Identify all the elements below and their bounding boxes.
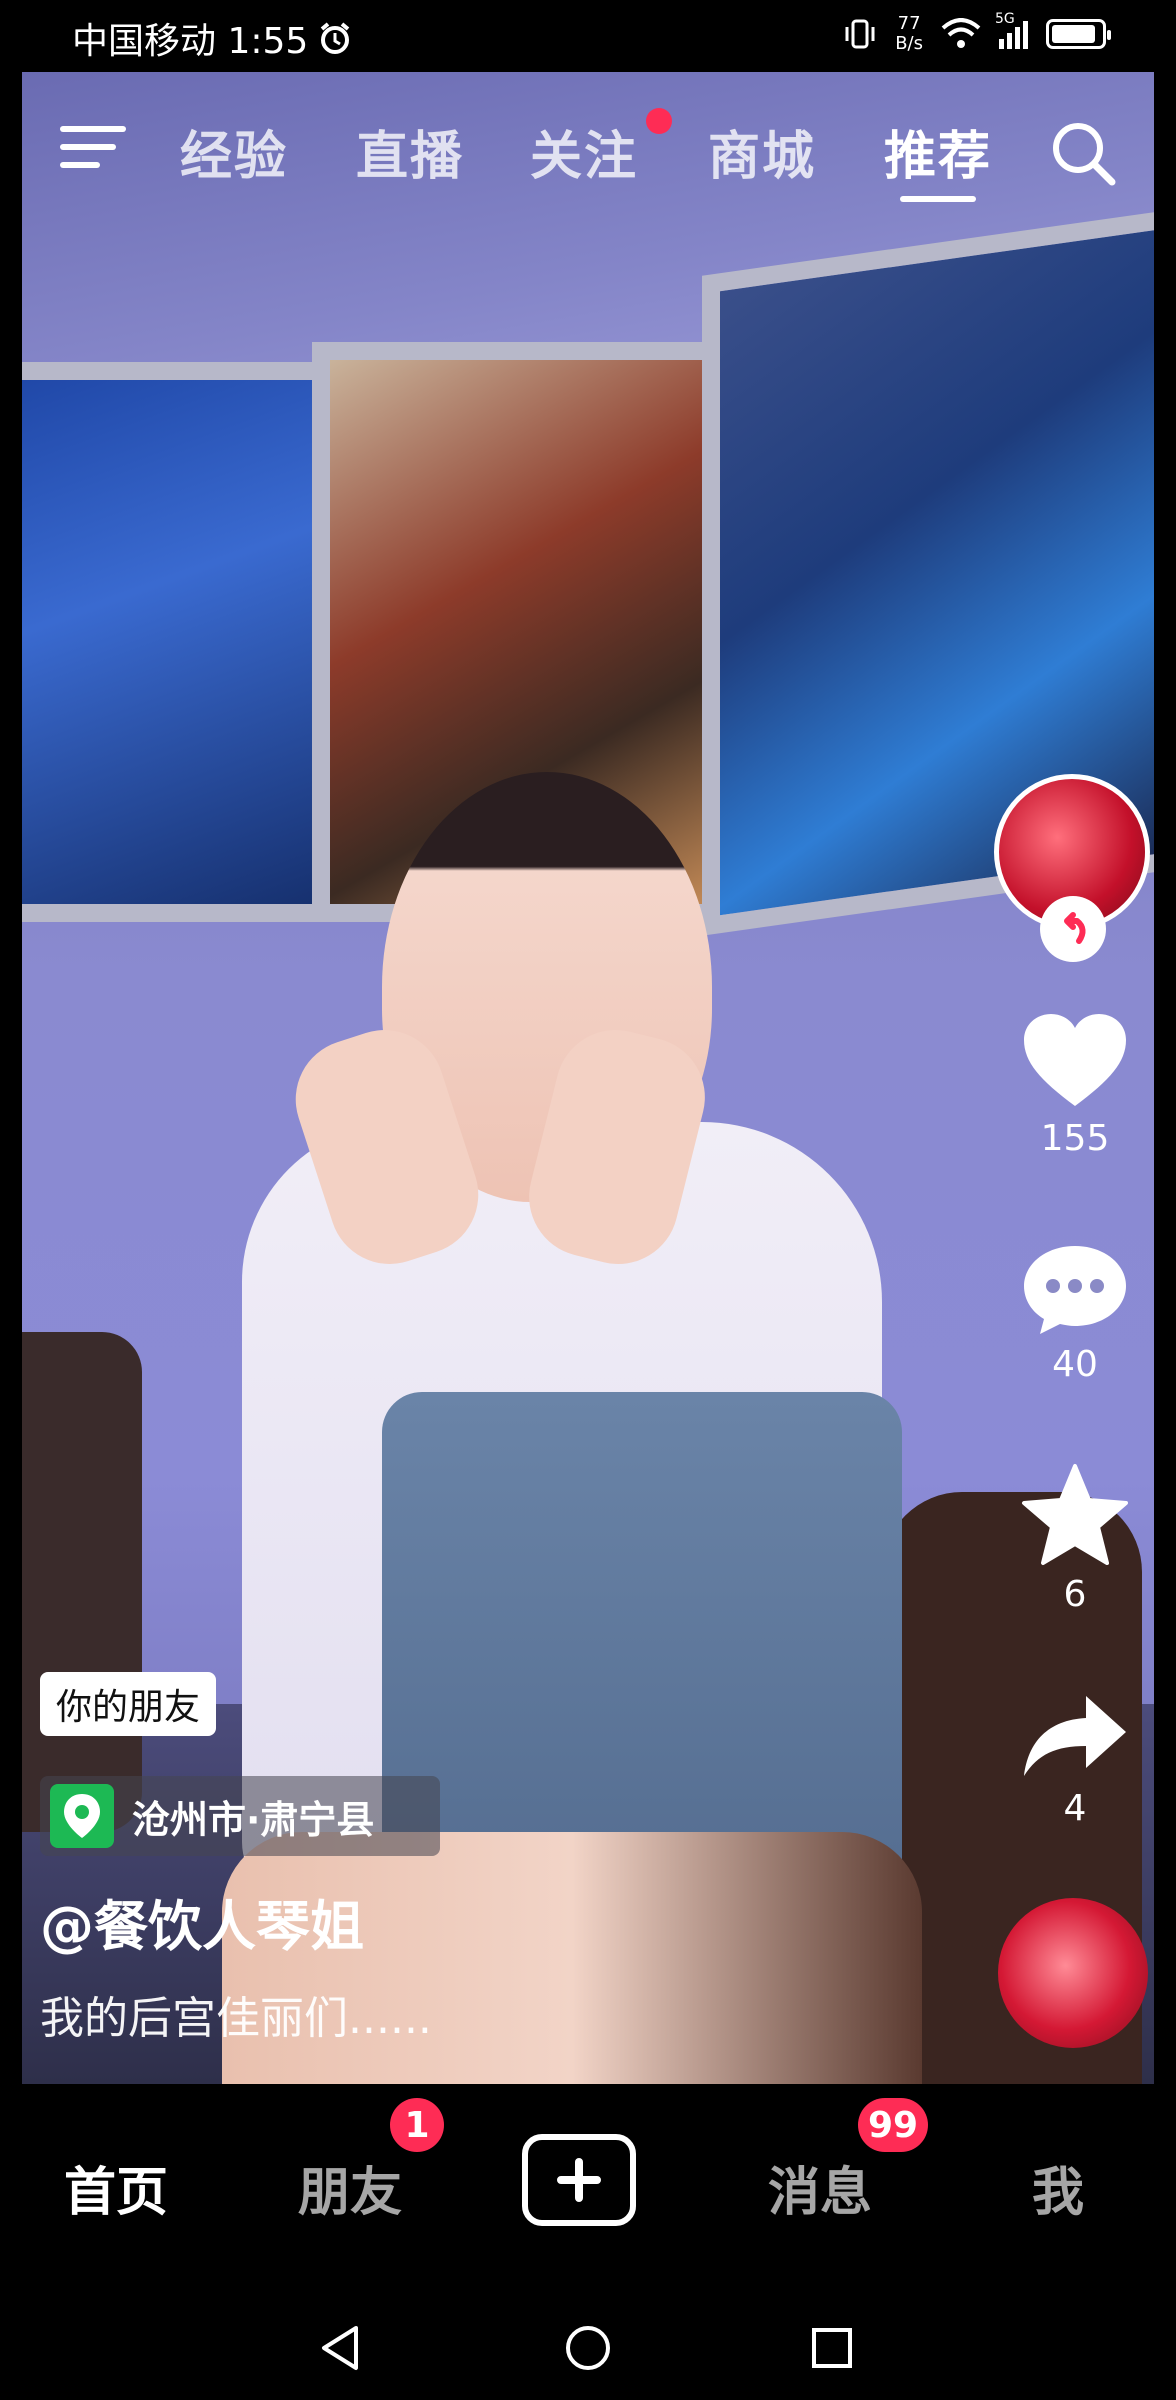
alarm-icon bbox=[321, 22, 350, 54]
status-right: 77 B/s 5G bbox=[843, 11, 1111, 54]
tab-mall[interactable]: 商城 bbox=[708, 114, 816, 189]
bottom-tab-bar: 首页 朋友 1 消息 99 我 bbox=[0, 2084, 1176, 2288]
heart-icon bbox=[1024, 1014, 1126, 1106]
recents-square-icon[interactable] bbox=[810, 2326, 854, 2370]
location-chip[interactable]: 沧州市·肃宁县 bbox=[40, 1776, 440, 1856]
friend-tag: 你的朋友 bbox=[40, 1672, 217, 1736]
active-tab-underline bbox=[900, 196, 976, 202]
tab-messages[interactable]: 消息 bbox=[768, 2150, 872, 2225]
signal-icon: 5G bbox=[995, 11, 1028, 49]
following-new-dot bbox=[646, 108, 672, 134]
favorite-count: 6 bbox=[1063, 1574, 1087, 1615]
share-button[interactable]: 4 bbox=[1010, 1690, 1140, 1829]
net-speed-unit: B/s bbox=[895, 33, 923, 54]
status-bar: 中国移动 1:55 77 B/s 5G bbox=[0, 0, 1176, 72]
back-icon[interactable] bbox=[318, 2324, 362, 2372]
chair-left bbox=[22, 1332, 142, 1832]
vibrate-icon bbox=[845, 19, 875, 49]
share-count: 4 bbox=[1063, 1788, 1087, 1829]
net-speed: 77 B/s bbox=[895, 14, 923, 54]
location-text: 沧州市·肃宁县 bbox=[132, 1797, 375, 1842]
friends-badge: 1 bbox=[390, 2098, 444, 2152]
tab-following[interactable]: 关注 bbox=[530, 114, 638, 189]
like-button[interactable]: 155 bbox=[1010, 1010, 1140, 1159]
comment-button[interactable]: 40 bbox=[1010, 1240, 1140, 1385]
menu-icon[interactable] bbox=[60, 122, 126, 174]
follow-back-button[interactable] bbox=[1040, 896, 1106, 962]
tab-home[interactable]: 首页 bbox=[64, 2150, 168, 2225]
location-pin-icon bbox=[50, 1784, 114, 1848]
return-arrow-icon bbox=[1064, 912, 1086, 944]
status-left: 中国移动 1:55 bbox=[72, 12, 352, 64]
comment-count: 40 bbox=[1052, 1344, 1098, 1385]
net-speed-value: 77 bbox=[897, 13, 921, 34]
tab-live[interactable]: 直播 bbox=[356, 114, 464, 189]
share-arrow-icon bbox=[1024, 1696, 1126, 1776]
messages-badge: 99 bbox=[858, 2098, 929, 2152]
battery-icon bbox=[1046, 19, 1111, 49]
tab-friends[interactable]: 朋友 bbox=[298, 2150, 402, 2225]
tab-me[interactable]: 我 bbox=[1032, 2150, 1084, 2225]
star-icon bbox=[1022, 1464, 1128, 1565]
like-count: 155 bbox=[1040, 1118, 1110, 1159]
comment-icon bbox=[1024, 1246, 1126, 1334]
author-username[interactable]: @餐饮人琴姐 bbox=[40, 1882, 364, 1961]
wifi-icon bbox=[941, 18, 981, 48]
home-circle-icon[interactable] bbox=[564, 2324, 612, 2372]
video-description[interactable]: 我的后宫佳丽们...... bbox=[40, 1982, 432, 2046]
create-button[interactable] bbox=[522, 2134, 636, 2226]
wall-painting-left bbox=[22, 362, 342, 922]
system-nav-bar bbox=[0, 2288, 1176, 2400]
top-nav: 经验 直播 关注 商城 推荐 bbox=[0, 108, 1176, 202]
plus-icon bbox=[557, 2158, 601, 2202]
tab-experience[interactable]: 经验 bbox=[180, 114, 288, 189]
network-gen: 5G bbox=[995, 11, 1015, 27]
tab-recommend[interactable]: 推荐 bbox=[884, 114, 992, 189]
search-icon[interactable] bbox=[1048, 118, 1118, 188]
favorite-button[interactable]: 6 bbox=[1010, 1462, 1140, 1615]
carrier-time: 中国移动 1:55 bbox=[72, 21, 309, 62]
music-disc[interactable] bbox=[998, 1898, 1148, 2048]
